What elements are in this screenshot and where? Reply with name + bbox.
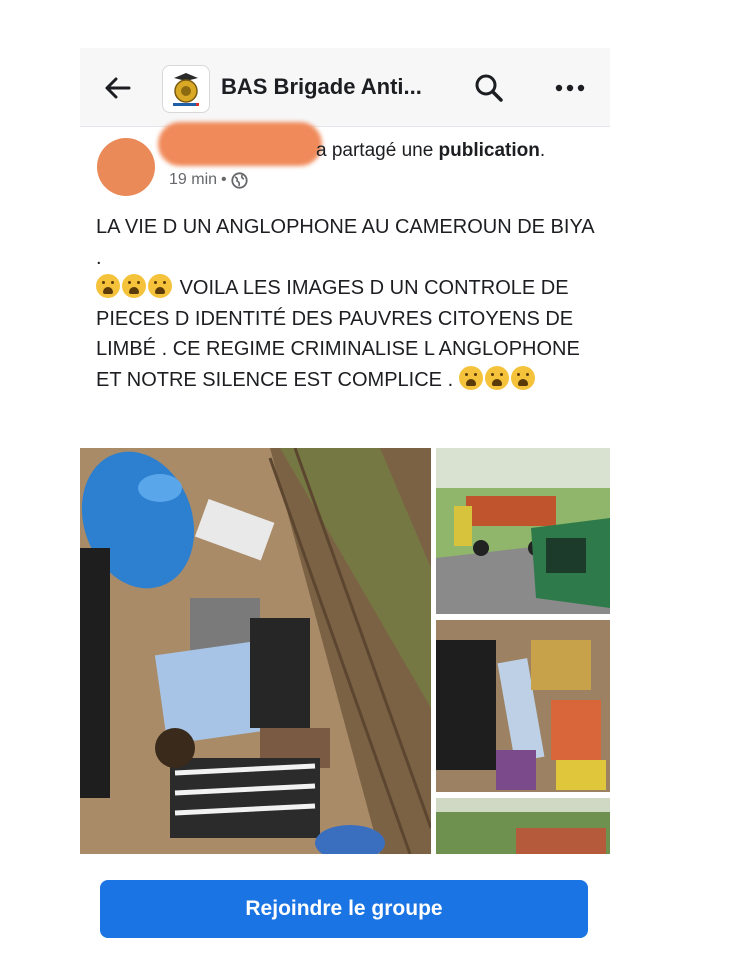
more-options-icon: [555, 84, 585, 92]
photo-people-lying-truck[interactable]: [436, 620, 610, 792]
photo-gallery: [80, 448, 610, 856]
author-avatar[interactable]: [97, 138, 155, 196]
back-button[interactable]: [102, 72, 134, 104]
crying-face-emoji-icon: [510, 365, 535, 390]
photo-truck-roadside[interactable]: [436, 448, 610, 614]
search-button[interactable]: [474, 73, 504, 103]
photo-forest-road[interactable]: [436, 798, 610, 854]
shared-suffix: .: [539, 140, 546, 161]
crying-face-emoji-icon: [484, 365, 509, 390]
publication-link[interactable]: publication: [439, 140, 540, 161]
join-group-button[interactable]: Rejoindre le groupe: [100, 880, 588, 938]
post-time[interactable]: 19 min: [169, 171, 217, 189]
crying-face-emoji-icon: [122, 274, 146, 298]
people-lying-photo-illustration: [436, 620, 610, 792]
crying-face-emoji-icon: [148, 274, 172, 298]
photo-truck-bed-people[interactable]: [80, 448, 431, 854]
group-name[interactable]: BAS Brigade Anti...: [221, 74, 422, 100]
forest-photo-illustration: [436, 798, 610, 854]
shared-post-line: a partagé une publication.: [316, 140, 545, 162]
post-text-paragraph-2: VOILA LES IMAGES D UN CONTROLE DE PIECES…: [96, 273, 596, 395]
more-options-button[interactable]: [552, 73, 588, 103]
meta-separator: •: [221, 171, 227, 188]
crying-face-emoji-icon: [458, 365, 483, 390]
redacted-author-name: [158, 122, 322, 166]
facebook-app-screen: BAS Brigade Anti... a partagé une public…: [80, 48, 610, 966]
top-navigation-bar: BAS Brigade Anti...: [80, 48, 610, 127]
post-text: LA VIE D UN ANGLOPHONE AU CAMEROUN DE BI…: [96, 212, 596, 395]
search-icon: [475, 74, 503, 102]
post-text-line-1: LA VIE D UN ANGLOPHONE AU CAMEROUN DE BI…: [96, 216, 594, 269]
crying-face-emoji-icon: [96, 274, 120, 298]
back-arrow-icon: [105, 77, 131, 99]
truck-bed-photo-illustration: [80, 448, 431, 854]
post-meta: 19 min •: [169, 171, 248, 189]
globe-icon: [231, 171, 248, 189]
brigade-emblem-icon: [173, 73, 199, 106]
group-logo[interactable]: [162, 65, 210, 113]
truck-roadside-photo-illustration: [436, 448, 610, 614]
shared-text: a partagé une: [316, 140, 439, 161]
